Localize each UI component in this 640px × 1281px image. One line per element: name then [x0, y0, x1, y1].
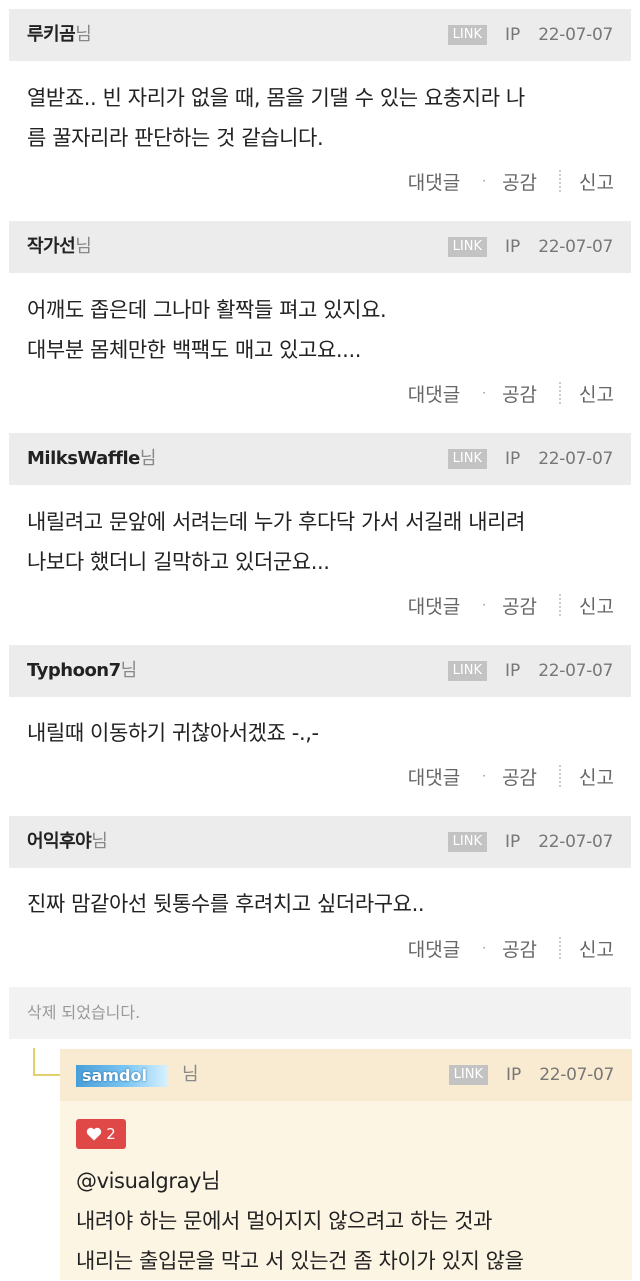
comment-header: Typhoon7님 LINK IP 22-07-07 [9, 645, 631, 697]
author-suffix: 님 [75, 236, 92, 257]
author-suffix: 님 [120, 660, 138, 681]
separator [559, 937, 562, 959]
comment-date: 22-07-07 [538, 25, 613, 45]
reply-body: @visualgray님 내려야 하는 문에서 멀어지지 않으려고 하는 것과 … [76, 1161, 622, 1281]
author-name[interactable]: 작가선 [27, 236, 76, 257]
report-button[interactable]: 신고 [579, 935, 614, 962]
comment-header: MilksWaffle님 LINK IP 22-07-07 [9, 433, 631, 485]
like-button[interactable]: 공감 [502, 592, 537, 619]
link-badge[interactable]: LINK [447, 25, 487, 45]
comment-date: 22-07-07 [538, 832, 613, 852]
separator [559, 170, 562, 192]
deleted-comment: 삭제 되었습니다. [9, 987, 631, 1039]
comment-line: 내릴때 이동하기 귀찮아서겠죠 -.,- [27, 721, 319, 745]
report-button[interactable]: 신고 [579, 380, 614, 407]
separator-dot: · [482, 174, 487, 188]
author-name[interactable]: 어익후야 [27, 831, 92, 852]
reply-header: samdol 님 LINK IP 22-07-07 [60, 1049, 632, 1101]
like-button[interactable]: 공감 [502, 763, 537, 790]
author-suffix: 님 [139, 448, 157, 469]
comment-date: 22-07-07 [538, 661, 613, 681]
link-badge[interactable]: LINK [447, 449, 487, 469]
reply-comment: samdol 님 LINK IP 22-07-07 2 @visualgray님… [60, 1049, 632, 1280]
comment-actions: 대댓글 · 공감 신고 [408, 163, 614, 199]
comment-line: 내려야 하는 문에서 멀어지지 않으려고 하는 것과 [76, 1209, 493, 1233]
reply-button[interactable]: 대댓글 [408, 763, 460, 790]
reply-button[interactable]: 대댓글 [408, 592, 460, 619]
reply-connector-line [33, 1048, 61, 1076]
report-button[interactable]: 신고 [579, 168, 614, 195]
report-button[interactable]: 신고 [579, 592, 614, 619]
comment-actions: 대댓글 · 공감 신고 [408, 587, 614, 623]
link-badge[interactable]: LINK [447, 832, 487, 852]
author-suffix: 님 [91, 831, 108, 852]
comment-author[interactable]: 어익후야님 [27, 816, 108, 868]
comment-author[interactable]: MilksWaffle님 [27, 433, 156, 485]
comment-body: 어깨도 좁은데 그나마 활짝들 펴고 있지요. 대부분 몸체만한 백팩도 매고 … [27, 290, 616, 370]
like-button[interactable]: 공감 [502, 380, 537, 407]
separator [559, 765, 562, 787]
author-name[interactable]: Typhoon7 [27, 660, 121, 681]
author-name[interactable]: MilksWaffle [27, 448, 140, 469]
link-badge[interactable]: LINK [447, 237, 487, 257]
separator-dot: · [482, 941, 487, 955]
comment-line: 어깨도 좁은데 그나마 활짝들 펴고 있지요. [27, 298, 387, 322]
like-count: 2 [106, 1125, 116, 1143]
comment-date: 22-07-07 [538, 449, 613, 469]
separator-dot: · [482, 386, 487, 400]
reply-button[interactable]: 대댓글 [408, 380, 460, 407]
comment-line: 내릴려고 문앞에 서려는데 누가 후다닥 가서 서길래 내리려 [27, 510, 526, 534]
ip-label: IP [504, 832, 521, 852]
comment-line: 열받죠.. 빈 자리가 없을 때, 몸을 기댈 수 있는 요충지라 나 [27, 86, 525, 110]
link-badge[interactable]: LINK [447, 661, 487, 681]
heart-icon [87, 1127, 102, 1141]
ip-label: IP [504, 661, 521, 681]
author-name[interactable]: 루키곰 [27, 24, 76, 45]
comment-header: 작가선님 LINK IP 22-07-07 [9, 221, 631, 273]
ip-label: IP [504, 237, 521, 257]
separator [559, 594, 562, 616]
comment-date: 22-07-07 [539, 1065, 614, 1085]
comment-body: 내릴때 이동하기 귀찮아서겠죠 -.,- [27, 713, 616, 753]
comment-body: 내릴려고 문앞에 서려는데 누가 후다닥 가서 서길래 내리려 나보다 했더니 … [27, 502, 616, 582]
comment-author[interactable]: Typhoon7님 [27, 645, 137, 697]
author-suffix: 님 [75, 24, 92, 45]
ip-label: IP [505, 1065, 522, 1085]
comment-line: 진짜 맘같아선 뒷통수를 후려치고 싶더라구요.. [27, 892, 425, 916]
mention-line: @visualgray님 [76, 1169, 220, 1193]
like-button[interactable]: 공감 [502, 168, 537, 195]
comment-line: 름 꿀자리라 판단하는 것 같습니다. [27, 126, 324, 150]
comment-actions: 대댓글 · 공감 신고 [408, 930, 614, 966]
comment-body: 진짜 맘같아선 뒷통수를 후려치고 싶더라구요.. [27, 884, 616, 924]
comment-header: 루키곰님 LINK IP 22-07-07 [9, 9, 631, 61]
separator [559, 382, 562, 404]
comment-line: 대부분 몸체만한 백팩도 매고 있고요.... [27, 338, 362, 362]
comment-author[interactable]: 작가선님 [27, 221, 92, 273]
comment-date: 22-07-07 [538, 237, 613, 257]
ip-label: IP [504, 25, 521, 45]
like-button[interactable]: 공감 [502, 935, 537, 962]
separator-dot: · [482, 769, 487, 783]
comment-line: 내리는 출입문을 막고 서 있는건 좀 차이가 있지 않을 [76, 1249, 524, 1273]
reply-button[interactable]: 대댓글 [408, 168, 460, 195]
link-badge[interactable]: LINK [448, 1065, 488, 1085]
comment-body: 열받죠.. 빈 자리가 없을 때, 몸을 기댈 수 있는 요충지라 나 름 꿀자… [27, 78, 616, 158]
comment-actions: 대댓글 · 공감 신고 [408, 758, 614, 794]
comment-line: 나보다 했더니 길막하고 있더군요... [27, 550, 330, 574]
reply-button[interactable]: 대댓글 [408, 935, 460, 962]
separator-dot: · [482, 598, 487, 612]
author-suffix: 님 [182, 1064, 199, 1085]
author-nickname-image[interactable]: samdol [76, 1065, 168, 1087]
like-count-badge[interactable]: 2 [76, 1119, 126, 1149]
comment-header: 어익후야님 LINK IP 22-07-07 [9, 816, 631, 868]
ip-label: IP [504, 449, 521, 469]
comment-actions: 대댓글 · 공감 신고 [408, 375, 614, 411]
comment-author[interactable]: 루키곰님 [27, 9, 92, 61]
report-button[interactable]: 신고 [579, 763, 614, 790]
